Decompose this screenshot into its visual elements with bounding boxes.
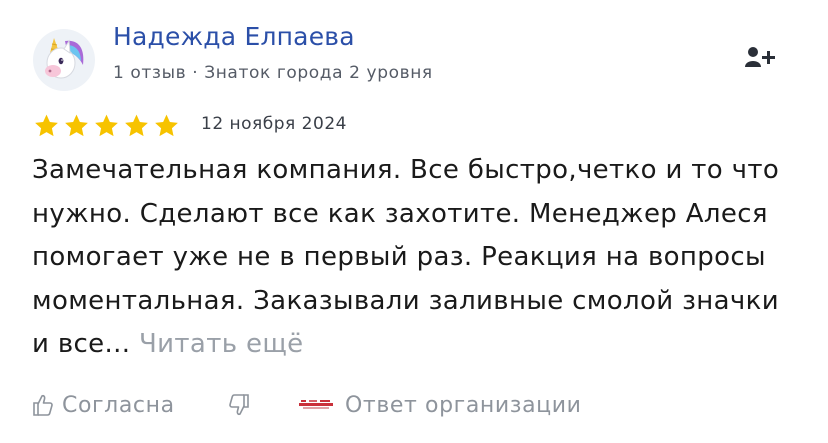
rating-stars xyxy=(33,113,180,139)
add-user-icon xyxy=(745,47,775,67)
thumbs-down-icon xyxy=(229,394,249,416)
organization-reply-label: Ответ организации xyxy=(345,392,582,418)
organization-reply-button[interactable]: Ответ организации xyxy=(299,388,582,422)
star-icon xyxy=(65,114,88,137)
author-meta: 1 отзыв · Знаток города 2 уровня xyxy=(113,63,433,83)
star-icon xyxy=(155,114,178,137)
review-date: 12 ноября 2024 xyxy=(201,114,347,134)
star-icon xyxy=(35,114,58,137)
avatar[interactable] xyxy=(33,29,95,91)
star-icon xyxy=(125,114,148,137)
review-text: Замечательная компания. Все быстро,четко… xyxy=(32,149,802,367)
read-more-link[interactable]: Читать ещё xyxy=(139,329,304,359)
agree-label: Согласна xyxy=(62,392,175,418)
agree-button[interactable]: Согласна xyxy=(33,388,175,422)
thumbs-up-icon xyxy=(33,394,53,416)
unicorn-emoji-icon xyxy=(45,38,84,79)
review-actions: Согласна Ответ организации xyxy=(33,388,793,422)
subscribe-button[interactable] xyxy=(745,45,777,69)
author-name[interactable]: Надежда Елпаева xyxy=(113,22,355,51)
star-icon xyxy=(95,114,118,137)
disagree-button[interactable] xyxy=(229,388,249,422)
organization-logo-icon xyxy=(299,400,333,409)
